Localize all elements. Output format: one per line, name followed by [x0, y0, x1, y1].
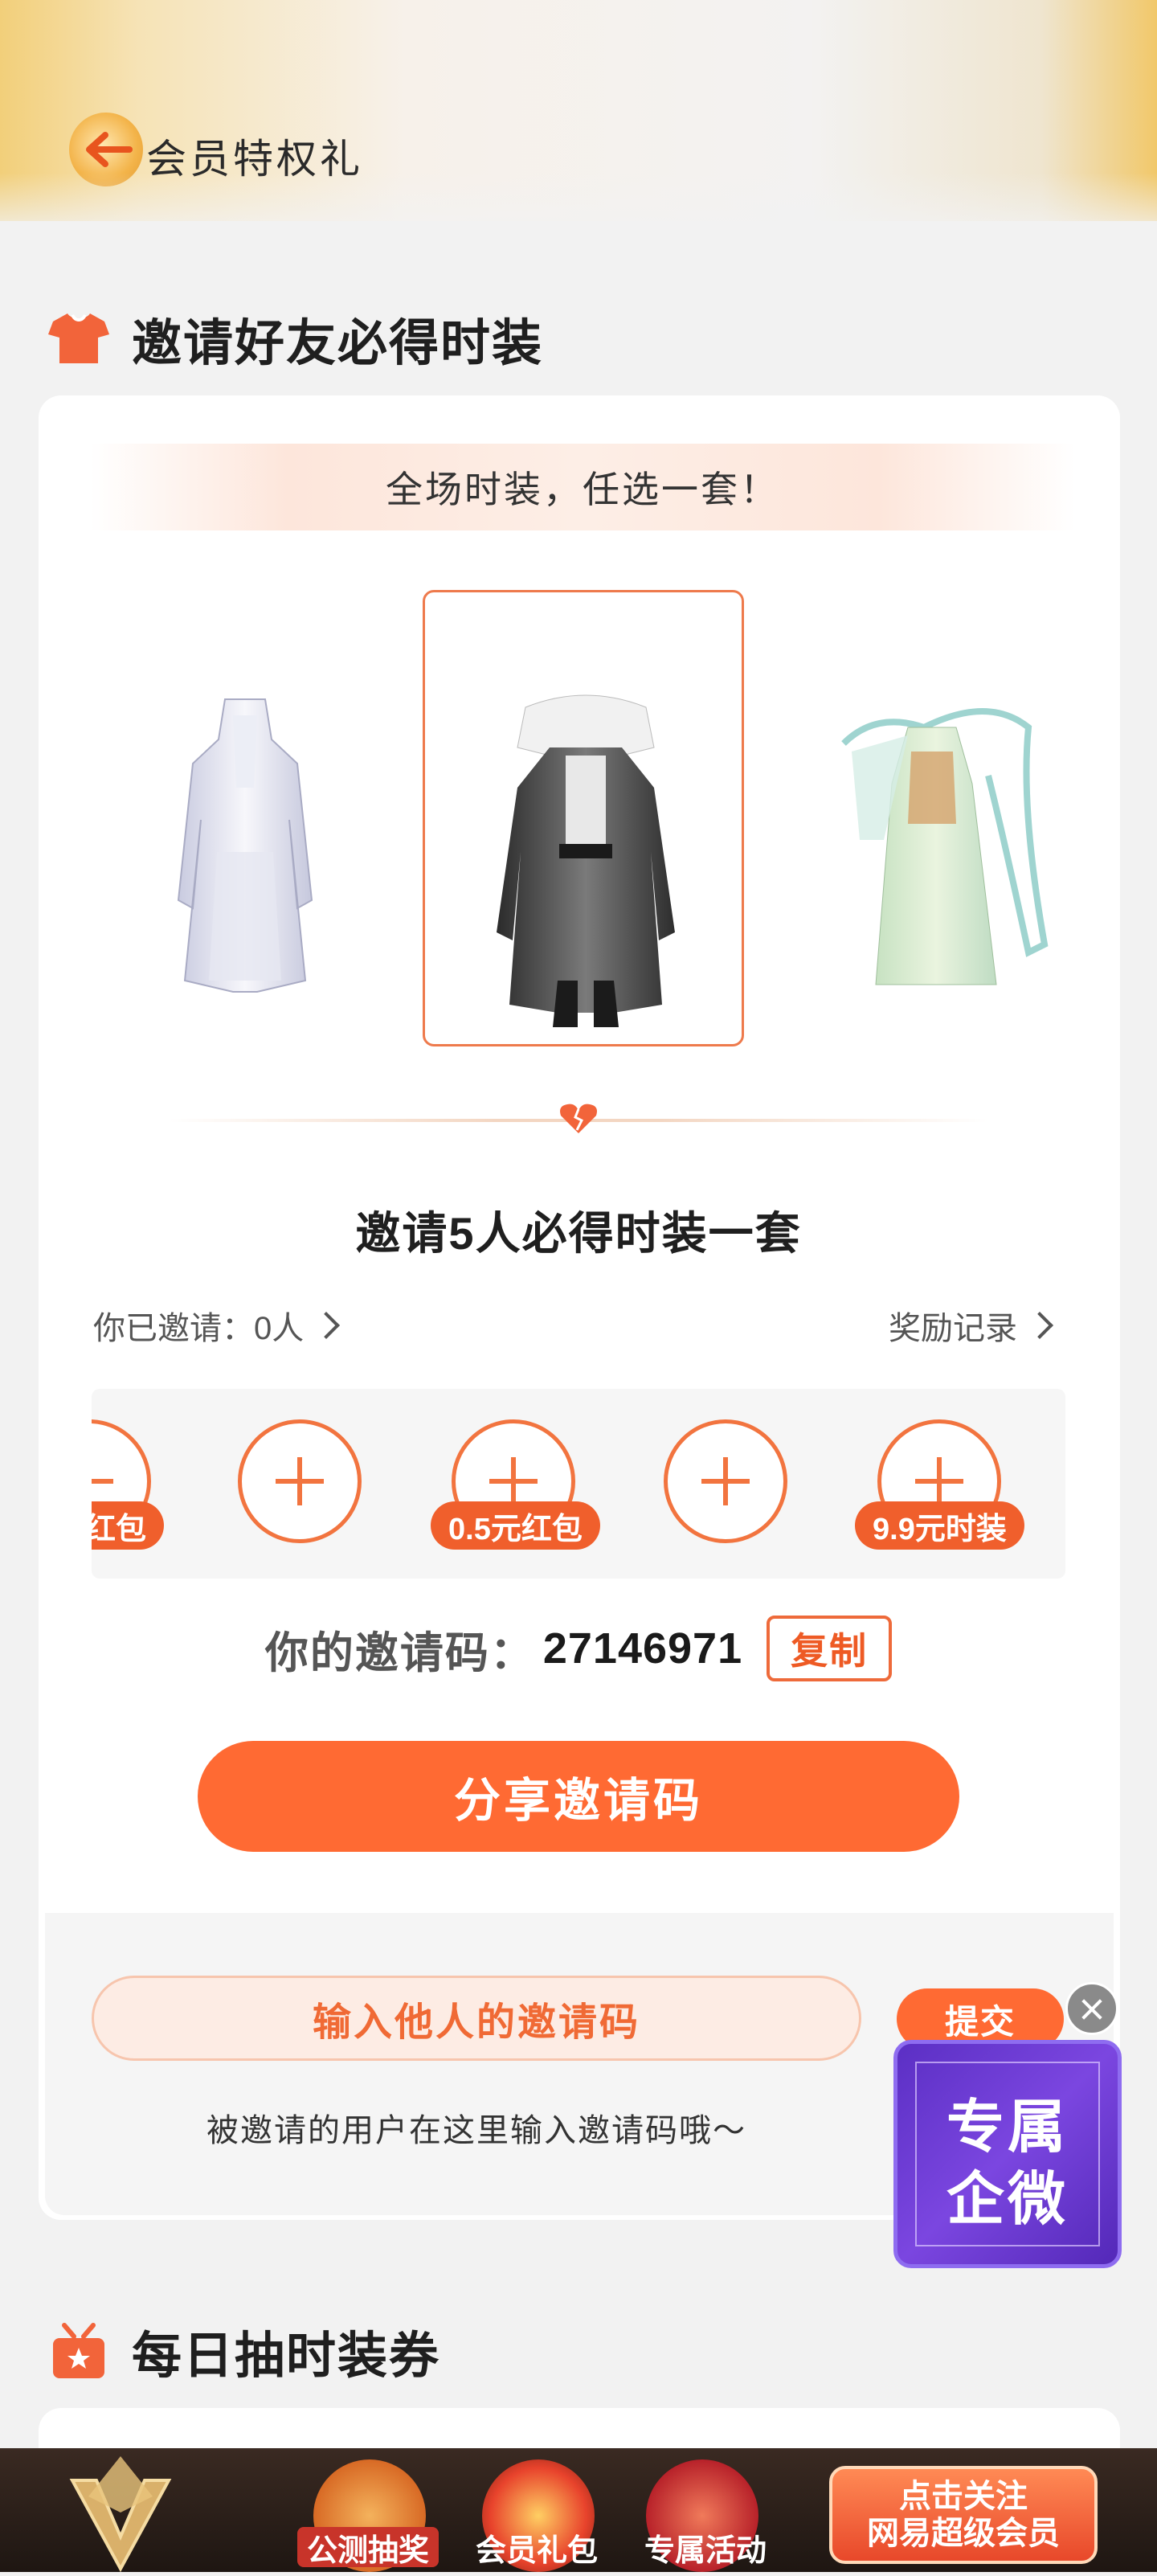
header: 会员特权礼: [0, 0, 1157, 221]
reward-record-link[interactable]: 奖励记录: [889, 1302, 1053, 1349]
share-code-button[interactable]: 分享邀请码: [198, 1741, 959, 1852]
follow-line1: 点击关注: [899, 2479, 1028, 2514]
invite-slots: 红包 0.5元红包 9.9元时装: [92, 1389, 1065, 1579]
black-robe-image: [497, 694, 675, 1027]
follow-vip-button[interactable]: 点击关注 网易超级会员: [829, 2466, 1098, 2564]
invite-code-row: 你的邀请码： 27146971 复制: [0, 1616, 1157, 1681]
slot-badge: 红包: [92, 1501, 165, 1550]
section-title-text: 每日抽时装券: [132, 2328, 441, 2384]
heart-icon: [558, 1103, 599, 1139]
back-button[interactable]: [69, 113, 143, 186]
follow-line2: 网易超级会员: [867, 2516, 1060, 2551]
slot-badge: 0.5元红包: [431, 1501, 600, 1550]
back-arrow-icon: [86, 132, 133, 167]
chevron-right-icon: [1026, 1312, 1053, 1339]
widget-line2: 企微: [946, 2168, 1069, 2232]
outfit-white[interactable]: [177, 691, 313, 1001]
invite-code-value: 27146971: [542, 1624, 743, 1673]
invite-code-label: 你的邀请码：: [264, 1628, 535, 1677]
bottom-item-label: 公测抽奖: [297, 2527, 439, 2568]
chevron-right-icon: [313, 1312, 341, 1339]
section-title-text: 邀请好友必得时装: [132, 316, 544, 371]
bottom-item-lottery[interactable]: 公测抽奖: [289, 2448, 450, 2572]
input-hint: 被邀请的用户在这里输入邀请码哦～: [206, 2113, 746, 2148]
gift-icon: [48, 2320, 109, 2381]
outfit-black[interactable]: [493, 691, 678, 1033]
wecom-float-widget[interactable]: 专属 企微: [893, 2040, 1122, 2268]
slot-badge: 9.9元时装: [855, 1501, 1024, 1550]
invite-code-input[interactable]: 输入他人的邀请码: [92, 1976, 861, 2061]
bottom-item-activity[interactable]: 专属活动: [635, 2448, 795, 2572]
promo-banner: 全场时装，任选一套！: [90, 444, 1075, 530]
reward-record-text: 奖励记录: [889, 1311, 1017, 1346]
game-logo: [40, 2448, 201, 2573]
invite-slot[interactable]: [238, 1419, 362, 1543]
white-robe-image: [177, 698, 313, 993]
shirt-icon: [48, 308, 109, 369]
game-logo-icon: [69, 2456, 172, 2573]
section-title-invite: 邀请好友必得时装: [48, 302, 543, 375]
copy-button[interactable]: 复制: [767, 1616, 893, 1681]
bottom-item-label: 会员礼包: [476, 2533, 599, 2568]
page-title: 会员特权礼: [146, 137, 363, 182]
bottom-item-label: 专属活动: [644, 2533, 767, 2568]
invite-slot[interactable]: [664, 1419, 787, 1543]
outfit-green[interactable]: [828, 679, 1053, 1005]
bottom-item-gift[interactable]: 会员礼包: [466, 2448, 627, 2572]
invite-goal-title: 邀请5人必得时装一套: [355, 1208, 802, 1259]
section-title-daily: 每日抽时装券: [48, 2315, 440, 2387]
invited-count-text: 你已邀请：0人: [93, 1311, 305, 1346]
close-icon[interactable]: [1065, 1982, 1118, 2035]
invited-count[interactable]: 你已邀请：0人: [93, 1302, 341, 1349]
green-robe-image: [841, 708, 1049, 985]
